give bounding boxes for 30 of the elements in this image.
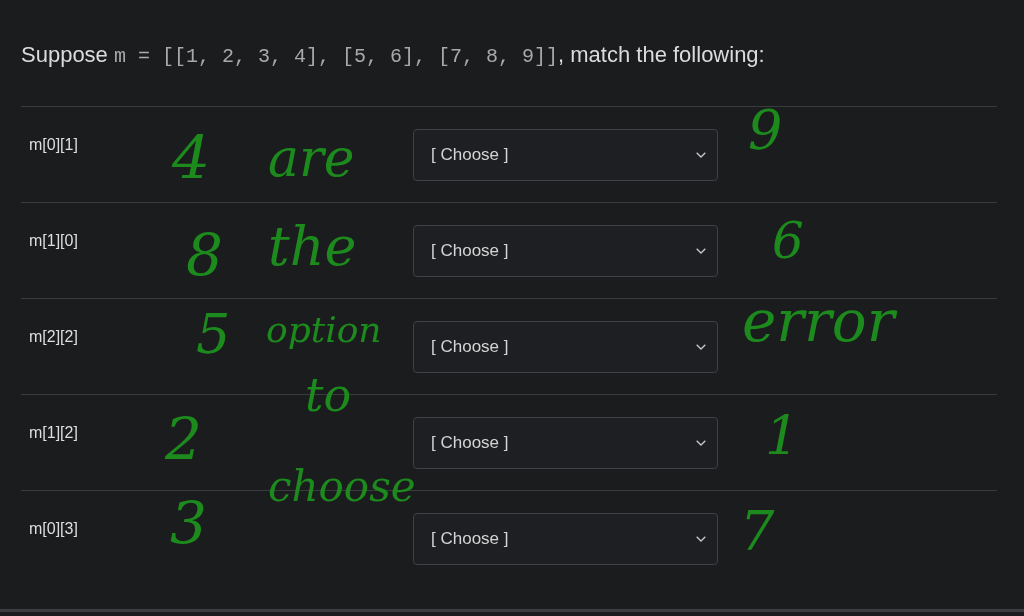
handwritten-note: 7 xyxy=(740,505,775,559)
choose-dropdown[interactable]: [ Choose ] xyxy=(413,417,718,469)
question-text: Suppose m = [[1, 2, 3, 4], [5, 6], [7, 8, 9]], match the following: xyxy=(21,41,765,70)
chevron-down-icon xyxy=(696,344,706,350)
handwritten-note: 2 xyxy=(165,410,202,468)
choose-dropdown[interactable]: [ Choose ] xyxy=(413,513,718,565)
handwritten-note: choose xyxy=(268,466,416,508)
chevron-down-icon xyxy=(696,536,706,542)
handwritten-note: 4 xyxy=(172,128,211,188)
chevron-down-icon xyxy=(696,152,706,158)
row-label: m[0][1] xyxy=(29,135,78,155)
choose-dropdown[interactable]: [ Choose ] xyxy=(413,321,718,373)
row-label: m[1][2] xyxy=(29,423,78,443)
choose-dropdown[interactable]: [ Choose ] xyxy=(413,225,718,277)
handwritten-note: 1 xyxy=(765,410,800,464)
chevron-down-icon xyxy=(696,248,706,254)
choose-dropdown[interactable]: [ Choose ] xyxy=(413,129,718,181)
row-label: m[0][3] xyxy=(29,519,78,539)
handwritten-note: 8 xyxy=(186,226,223,284)
handwritten-note: 5 xyxy=(196,308,231,362)
handwritten-note: 6 xyxy=(772,216,804,266)
handwritten-note: 9 xyxy=(748,104,783,158)
handwritten-note: the xyxy=(268,220,357,274)
handwritten-note: to xyxy=(305,372,352,418)
chevron-down-icon xyxy=(696,440,706,446)
row-label: m[2][2] xyxy=(29,327,78,347)
handwritten-note: are xyxy=(268,132,355,184)
row-label: m[1][0] xyxy=(29,231,78,251)
handwritten-note: 3 xyxy=(170,494,207,552)
handwritten-note: option xyxy=(266,312,382,348)
